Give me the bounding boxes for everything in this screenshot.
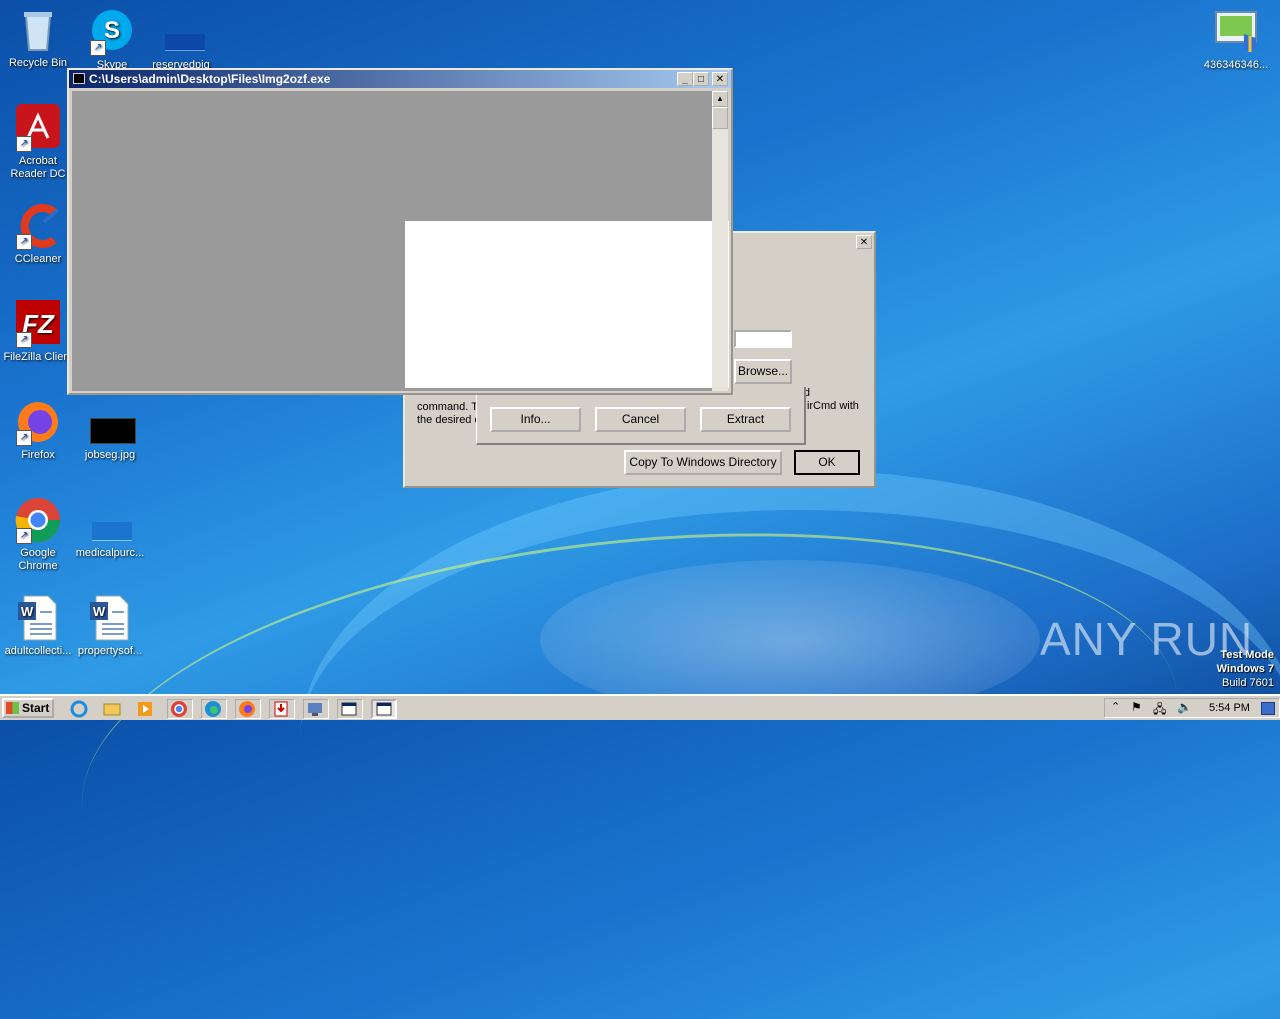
console-close-button[interactable]: ✕ [712, 72, 728, 86]
shortcut-arrow-icon: ↗ [16, 430, 32, 446]
word-document-icon: W [14, 594, 62, 642]
chrome-icon: ↗ [14, 496, 62, 544]
edge-icon[interactable] [201, 699, 227, 719]
network-app-icon[interactable] [303, 699, 329, 719]
svg-text:W: W [21, 604, 34, 619]
dialog-close-button[interactable]: ✕ [856, 235, 872, 249]
installer-icon [1212, 8, 1260, 56]
console-scrollbar[interactable]: ▲ [712, 91, 728, 391]
shortcut-arrow-icon: ↗ [16, 136, 32, 152]
extract-button[interactable]: Extract [700, 407, 791, 432]
desktop-icon-436346346[interactable]: 436346346... [1198, 8, 1274, 72]
desktop-icon-recycle-bin[interactable]: Recycle Bin [0, 6, 76, 70]
volume-icon[interactable]: 🔈 [1177, 700, 1192, 714]
scroll-thumb[interactable] [712, 107, 728, 129]
browse-button[interactable]: Browse... [734, 359, 792, 384]
desktop-icon-propertysof[interactable]: W propertysof... [72, 594, 148, 658]
copy-to-windows-directory-button[interactable]: Copy To Windows Directory [624, 450, 782, 475]
taskbar: Start ⌃ ⚑ 🖧 🔈 5:54 PM [0, 694, 1280, 720]
desktop-icon-medicalpurc[interactable]: medicalpurc... [72, 496, 148, 560]
maximize-button[interactable]: □ [693, 72, 709, 86]
console-app-icon [73, 73, 85, 84]
windows-logo-icon [6, 702, 19, 714]
desktop-icon-firefox[interactable]: ↗ Firefox [0, 398, 76, 462]
info-button[interactable]: Info... [490, 407, 581, 432]
download-app-icon[interactable] [269, 699, 295, 719]
skype-icon: S ↗ [88, 8, 136, 56]
network-icon[interactable]: 🖧 [1153, 700, 1166, 721]
show-desktop-icon[interactable] [1261, 702, 1275, 715]
file-icon [157, 8, 205, 56]
recycle-bin-icon [14, 6, 62, 54]
directory-input[interactable] [734, 330, 792, 348]
desktop-icon-filezilla[interactable]: FZ ↗ FileZilla Client [0, 300, 76, 364]
console-blank-overlay [405, 221, 729, 388]
dialog-inner-panel: Info... Cancel Extract [476, 387, 806, 445]
ok-button[interactable]: OK [794, 450, 860, 475]
explorer-folder-icon[interactable] [101, 699, 127, 719]
svg-text:S: S [104, 17, 120, 44]
dialog-text-left: command. T the desired c [417, 401, 480, 426]
show-hidden-icons-icon[interactable]: ⌃ [1111, 700, 1120, 713]
desktop-icon-label: CCleaner [14, 253, 62, 265]
dialog-text-right: lid NirCmd with [799, 387, 859, 412]
chrome-taskbar-icon[interactable] [167, 699, 193, 719]
filezilla-icon: FZ ↗ [14, 300, 62, 348]
console-window: C:\Users\admin\Desktop\Files\Img2ozf.exe… [67, 68, 733, 395]
shortcut-arrow-icon: ↗ [16, 332, 32, 348]
desktop-icon-acrobat[interactable]: ↗ Acrobat Reader DC [0, 104, 76, 181]
shortcut-arrow-icon: ↗ [16, 234, 32, 250]
action-center-flag-icon[interactable]: ⚑ [1131, 700, 1142, 714]
desktop-icon-adultcollecti[interactable]: W adultcollecti... [0, 594, 76, 658]
desktop-icon-jobseg[interactable]: jobseg.jpg [72, 398, 148, 462]
shortcut-arrow-icon: ↗ [16, 528, 32, 544]
desktop-icon-reservedpig[interactable]: reservedpig [143, 8, 219, 72]
desktop-icon-label: propertysof... [77, 645, 143, 657]
desktop-icon-chrome[interactable]: ↗ Google Chrome [0, 496, 76, 573]
ccleaner-icon: ↗ [14, 202, 62, 250]
file-icon [86, 496, 134, 544]
desktop-icon-label: Recycle Bin [8, 57, 68, 69]
image-file-icon [86, 398, 136, 446]
desktop-icon-label: FileZilla Client [3, 351, 73, 363]
shortcut-arrow-icon: ↗ [90, 40, 106, 56]
console-title: C:\Users\admin\Desktop\Files\Img2ozf.exe [89, 72, 331, 86]
console-taskbar-icon[interactable] [337, 699, 363, 719]
minimize-button[interactable]: _ [677, 72, 693, 86]
firefox-icon: ↗ [14, 398, 62, 446]
os-version-text: Test Mode Windows 7 Build 7601 [1216, 649, 1274, 689]
word-document-icon: W [86, 594, 134, 642]
desktop-icon-label: medicalpurc... [75, 547, 145, 559]
desktop-icon-ccleaner[interactable]: ↗ CCleaner [0, 202, 76, 266]
scroll-up-arrow-icon[interactable]: ▲ [712, 91, 728, 107]
desktop-icon-label: 436346346... [1203, 59, 1269, 71]
desktop-icon-label: adultcollecti... [4, 645, 72, 657]
start-button[interactable]: Start [2, 698, 54, 718]
clock[interactable]: 5:54 PM [1209, 702, 1250, 714]
system-tray: ⌃ ⚑ 🖧 🔈 5:54 PM [1104, 698, 1280, 718]
acrobat-icon: ↗ [14, 104, 62, 152]
desktop-icon-label: Acrobat Reader DC [10, 155, 66, 180]
img2ozf-taskbar-icon[interactable] [371, 699, 397, 719]
desktop-icon-skype[interactable]: S ↗ Skype [74, 8, 150, 72]
console-titlebar: C:\Users\admin\Desktop\Files\Img2ozf.exe… [69, 70, 731, 88]
svg-text:W: W [93, 604, 106, 619]
desktop-icon-label: Google Chrome [18, 547, 58, 572]
desktop-icon-label: jobseg.jpg [84, 449, 136, 461]
firefox-taskbar-icon[interactable] [235, 699, 261, 719]
media-player-icon[interactable] [134, 699, 160, 719]
cancel-button[interactable]: Cancel [595, 407, 686, 432]
desktop-icon-label: Firefox [21, 449, 55, 461]
internet-explorer-icon[interactable] [68, 699, 94, 719]
console-output-area [72, 91, 729, 391]
